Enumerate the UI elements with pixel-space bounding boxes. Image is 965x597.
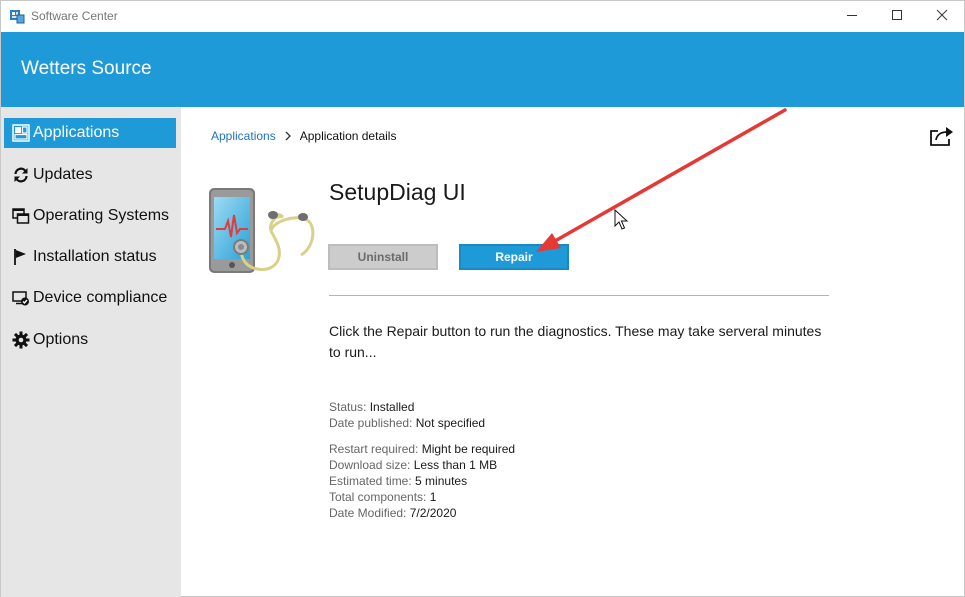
sidebar-item-device-compliance[interactable]: Device compliance (4, 283, 176, 313)
detail-label: Total components: (329, 490, 427, 504)
detail-label: Download size: (329, 458, 411, 472)
app-title: SetupDiag UI (329, 179, 466, 205)
software-center-icon (9, 8, 25, 24)
share-button[interactable] (928, 125, 956, 151)
sidebar-item-options[interactable]: Options (4, 325, 176, 355)
sidebar-item-label: Updates (33, 166, 93, 183)
windows-stack-icon (10, 207, 32, 225)
repair-button[interactable]: Repair (459, 244, 569, 270)
device-check-icon (10, 289, 32, 307)
app-description: Click the Repair button to run the diagn… (329, 323, 822, 360)
maximize-button[interactable] (874, 1, 920, 32)
sidebar: Applications Updates Operating Systems I… (1, 107, 181, 597)
organization-header: Wetters Source (1, 32, 964, 107)
detail-label: Date published: (329, 416, 413, 430)
detail-value: Might be required (421, 442, 516, 456)
detail-label: Restart required: (329, 442, 419, 456)
detail-value: 5 minutes (415, 474, 468, 488)
detail-value: 1 (429, 490, 437, 504)
detail-row: Total components: 1 (329, 489, 515, 505)
organization-name: Wetters Source (21, 58, 152, 79)
detail-row: Date published: Not specified (329, 415, 485, 431)
sidebar-item-operating-systems[interactable]: Operating Systems (4, 201, 176, 231)
software-center-window: Software Center Wetters Source Applicati… (0, 0, 965, 597)
breadcrumb: Applications Application details (211, 129, 396, 143)
detail-row: Estimated time: 5 minutes (329, 473, 515, 489)
chevron-right-icon (284, 131, 292, 141)
detail-row: Date Modified: 7/2/2020 (329, 505, 515, 521)
sidebar-item-applications[interactable]: Applications (4, 118, 176, 148)
detail-label: Date Modified: (329, 506, 407, 520)
detail-value: Less than 1 MB (413, 458, 498, 472)
details-group-status: Status: Installed Date published: Not sp… (329, 399, 485, 431)
divider (329, 295, 829, 296)
sidebar-item-label: Applications (33, 124, 120, 141)
close-button[interactable] (919, 1, 965, 32)
minimize-icon (846, 8, 858, 26)
breadcrumb-applications-link[interactable]: Applications (211, 129, 276, 143)
applications-grid-icon (10, 124, 32, 142)
sidebar-item-installation-status[interactable]: Installation status (4, 242, 176, 272)
application-details-panel: Applications Application details SetupDi… (181, 107, 964, 596)
sidebar-item-updates[interactable]: Updates (4, 160, 176, 190)
phone-stethoscope-icon (205, 185, 325, 295)
sidebar-item-label: Installation status (33, 248, 157, 265)
breadcrumb-current: Application details (299, 129, 397, 143)
title-bar[interactable]: Software Center (1, 1, 964, 32)
detail-value: Not specified (415, 416, 486, 430)
maximize-icon (891, 8, 903, 26)
sidebar-item-label: Operating Systems (33, 207, 170, 224)
flag-icon (10, 248, 32, 266)
detail-label: Estimated time: (329, 474, 412, 488)
refresh-icon (10, 166, 32, 184)
close-icon (936, 8, 948, 26)
share-icon (929, 125, 955, 152)
detail-row: Download size: Less than 1 MB (329, 457, 515, 473)
window-title: Software Center (31, 9, 118, 23)
sidebar-item-label: Options (33, 331, 89, 348)
detail-row: Restart required: Might be required (329, 441, 515, 457)
uninstall-button[interactable]: Uninstall (328, 244, 438, 270)
sidebar-item-label: Device compliance (33, 289, 168, 306)
gear-icon (10, 331, 32, 349)
minimize-button[interactable] (829, 1, 875, 32)
detail-value: Installed (369, 400, 415, 414)
detail-row: Status: Installed (329, 399, 485, 415)
detail-label: Status: (329, 400, 367, 414)
detail-value: 7/2/2020 (409, 506, 457, 520)
details-group-properties: Restart required: Might be required Down… (329, 441, 515, 521)
